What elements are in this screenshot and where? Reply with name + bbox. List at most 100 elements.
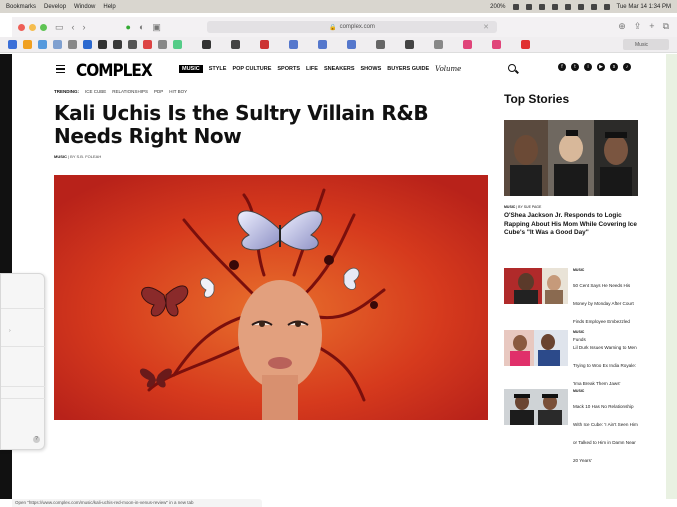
bookmark-icon[interactable]: [289, 40, 298, 49]
twitter-icon[interactable]: t: [571, 63, 579, 71]
reader-icon[interactable]: ▣: [152, 22, 161, 33]
adjacent-window-edge: [666, 54, 677, 499]
search-icon[interactable]: [590, 3, 597, 10]
control-center-icon[interactable]: [603, 3, 610, 10]
address-text: complex.com: [339, 24, 375, 30]
bookmark-icon[interactable]: [260, 40, 269, 49]
trending-link[interactable]: RELATIONSHIPS: [112, 89, 148, 94]
bookmark-icon[interactable]: [463, 40, 472, 49]
trending-link[interactable]: ICE CUBE: [85, 89, 106, 94]
bookmark-icon[interactable]: [173, 40, 182, 49]
instagram-icon[interactable]: i: [584, 63, 592, 71]
extension-icon[interactable]: ●: [126, 22, 131, 32]
sidebar-toggle-icon[interactable]: ▭: [55, 22, 64, 33]
bookmark-icon[interactable]: [231, 40, 240, 49]
bookmark-icon[interactable]: [202, 40, 211, 49]
top-story-item[interactable]: MUSIC Mack 10 Has No Relationship With I…: [504, 389, 644, 463]
top-story-tag[interactable]: MUSIC: [573, 268, 641, 272]
share-icon[interactable]: ⇪: [634, 21, 642, 32]
bookmark-icon[interactable]: [53, 40, 62, 49]
top-story-thumbnail: [504, 268, 568, 304]
nav-volume-logo[interactable]: Volume: [435, 65, 461, 73]
nav-buyers-guide[interactable]: BUYERS GUIDE: [387, 66, 429, 73]
top-story-title[interactable]: Mack 10 Has No Relationship With Ice Cub…: [573, 404, 638, 463]
top-story-title[interactable]: O'Shea Jackson Jr. Responds to Logic Rap…: [504, 212, 638, 238]
bookmark-icon[interactable]: [38, 40, 47, 49]
top-story-title[interactable]: Lil Durk Issues Warning to Men Trying to…: [573, 345, 637, 386]
address-bar[interactable]: 🔒 complex.com ✕: [207, 21, 497, 33]
back-button[interactable]: ‹: [72, 22, 75, 32]
clock[interactable]: Tue Mar 14 1:34 PM: [617, 4, 671, 10]
snapchat-icon[interactable]: s: [610, 63, 618, 71]
tiktok-icon[interactable]: ♪: [623, 63, 631, 71]
privacy-icon[interactable]: ◐: [139, 22, 144, 32]
wifi-icon[interactable]: [577, 3, 584, 10]
top-story-item[interactable]: MUSIC Lil Durk Issues Warning to Men Try…: [504, 330, 644, 386]
bookmark-icon[interactable]: [318, 40, 327, 49]
thumbnail-photo: [504, 389, 568, 425]
nav-style[interactable]: STYLE: [209, 66, 227, 73]
bookmark-icon[interactable]: [8, 40, 17, 49]
youtube-icon[interactable]: ▶: [597, 63, 605, 71]
search-icon[interactable]: [508, 64, 516, 72]
top-story-thumbnail: [504, 389, 568, 425]
top-story-image[interactable]: [504, 120, 638, 196]
top-story-tag[interactable]: MUSIC: [573, 389, 641, 393]
bookmark-icon[interactable]: [434, 40, 443, 49]
nav-shows[interactable]: SHOWS: [361, 66, 382, 73]
bookmark-icon[interactable]: [23, 40, 32, 49]
bookmark-icon[interactable]: [68, 40, 77, 49]
menu-bar: Bookmarks Develop Window Help 200% Tue M…: [0, 0, 677, 13]
bookmark-icon[interactable]: [521, 40, 530, 49]
clear-address-icon[interactable]: ✕: [483, 23, 489, 31]
top-story-tag-section[interactable]: MUSIC: [504, 205, 515, 209]
hero-illustration: [54, 175, 488, 420]
new-tab-icon[interactable]: +: [649, 21, 654, 32]
bookmark-icon[interactable]: [492, 40, 501, 49]
hamburger-menu-icon[interactable]: [56, 65, 65, 73]
download-icon[interactable]: ⊕: [618, 21, 626, 32]
active-tab[interactable]: Music: [623, 39, 669, 50]
nav-pop-culture[interactable]: POP CULTURE: [232, 66, 271, 73]
bookmark-icon[interactable]: [128, 40, 137, 49]
help-icon[interactable]: ?: [33, 436, 40, 443]
bookmark-icon[interactable]: [83, 40, 92, 49]
bookmark-icon[interactable]: [113, 40, 122, 49]
nav-life[interactable]: LIFE: [306, 66, 318, 73]
zoom-window-button[interactable]: [40, 23, 47, 31]
minimize-window-button[interactable]: [29, 23, 36, 31]
nav-music[interactable]: MUSIC: [179, 65, 203, 73]
byline-author[interactable]: | BY S.B. FOLEAH: [67, 154, 101, 159]
bookmark-icon[interactable]: [143, 40, 152, 49]
forward-button[interactable]: ›: [83, 22, 86, 32]
bookmark-icon[interactable]: [98, 40, 107, 49]
bookmark-icon[interactable]: [347, 40, 356, 49]
bookmark-icon[interactable]: [158, 40, 167, 49]
panel-divider: [1, 346, 45, 347]
site-logo[interactable]: COMPLEX: [76, 61, 153, 81]
trending-link[interactable]: HIT BOY: [169, 89, 187, 94]
facebook-icon[interactable]: f: [558, 63, 566, 71]
zoom-indicator[interactable]: 200%: [490, 4, 505, 10]
system-icon[interactable]: [551, 3, 558, 10]
top-story-item[interactable]: MUSIC 50 Cent Says He Needs His Money by…: [504, 268, 644, 342]
nav-sneakers[interactable]: SNEAKERS: [324, 66, 355, 73]
system-icon[interactable]: [525, 3, 532, 10]
byline-section[interactable]: MUSIC: [54, 154, 67, 159]
trending-link[interactable]: PDP: [154, 89, 163, 94]
nav-sports[interactable]: SPORTS: [277, 66, 300, 73]
menu-develop[interactable]: Develop: [44, 4, 66, 10]
system-icon[interactable]: [538, 3, 545, 10]
bookmark-icon[interactable]: [405, 40, 414, 49]
menu-window[interactable]: Window: [74, 4, 95, 10]
menu-bookmarks[interactable]: Bookmarks: [6, 4, 36, 10]
bookmark-icon[interactable]: [376, 40, 385, 49]
thumbnail-photo: [504, 268, 568, 304]
battery-icon[interactable]: [564, 3, 571, 10]
side-overlay-panel[interactable]: › ?: [0, 273, 45, 450]
top-story-tag[interactable]: MUSIC: [573, 330, 641, 334]
system-icon[interactable]: [512, 3, 519, 10]
tab-overview-icon[interactable]: ⧉: [663, 21, 669, 32]
close-window-button[interactable]: [18, 23, 25, 31]
menu-help[interactable]: Help: [103, 4, 115, 10]
